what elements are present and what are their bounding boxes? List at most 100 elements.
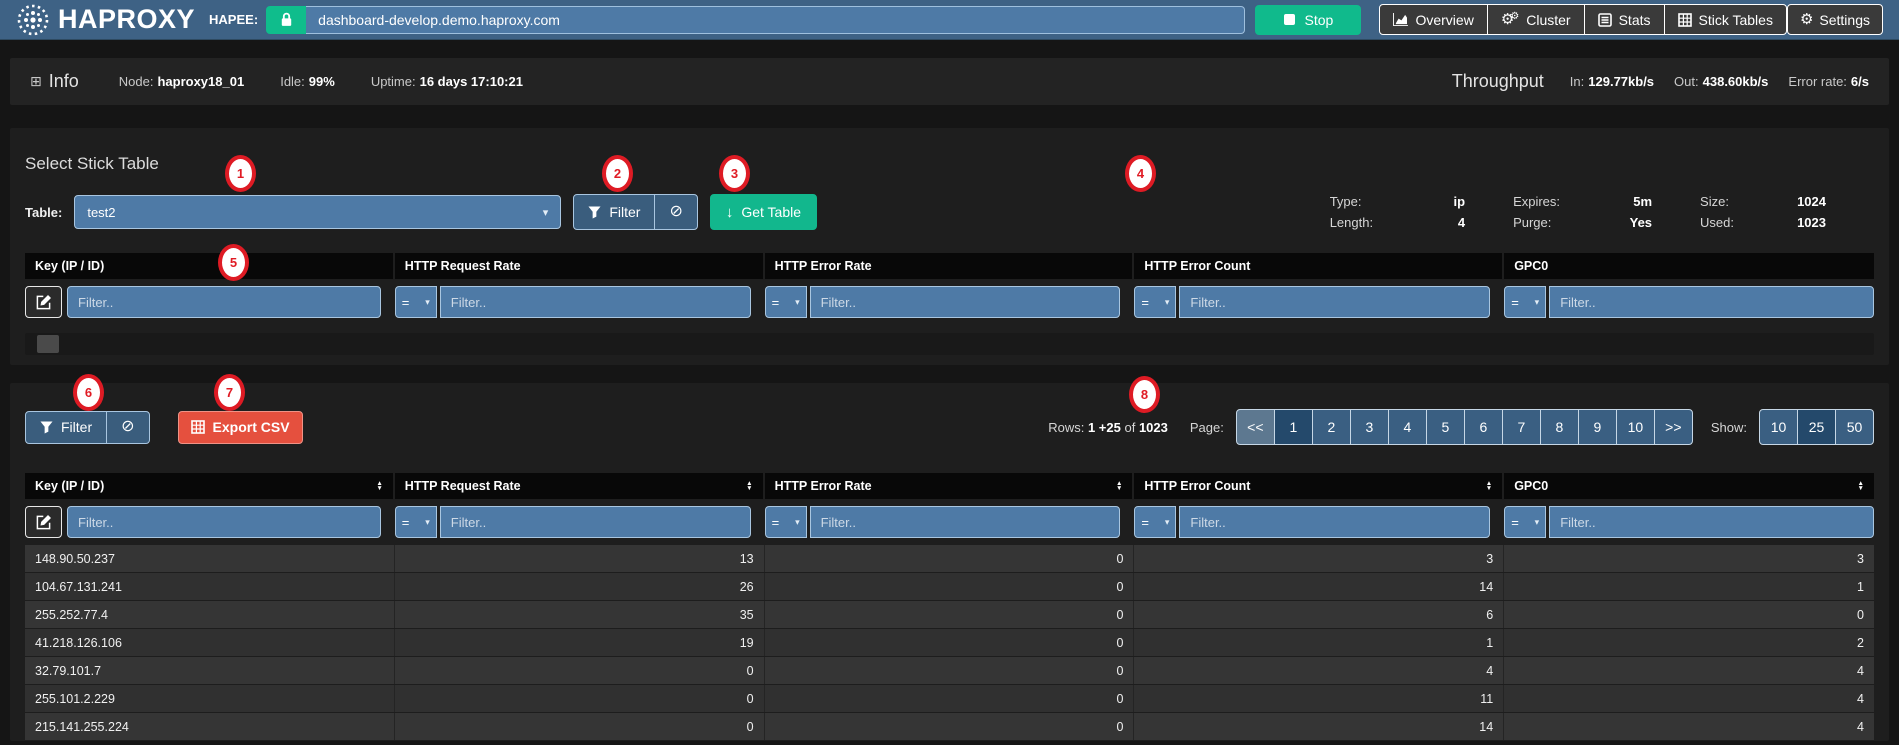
operator-select[interactable]: =▾ <box>395 506 437 538</box>
page-next-button[interactable]: >> <box>1654 409 1693 445</box>
page-button-5[interactable]: 5 <box>1426 409 1465 445</box>
http-error-rate-filter-input[interactable] <box>810 506 1121 538</box>
column-header-http-error-rate[interactable]: HTTP Error Rate ▲▼ <box>765 473 1135 499</box>
settings-button[interactable]: ⚙ Settings <box>1787 4 1883 35</box>
cell-http-error-rate: 0 <box>765 685 1135 712</box>
page-button-7[interactable]: 7 <box>1502 409 1541 445</box>
nav-button-label: Stats <box>1619 12 1651 28</box>
nav-button-stats[interactable]: Stats <box>1584 4 1665 35</box>
stick-table-select[interactable]: test2 ▾ <box>74 195 561 229</box>
table-row[interactable]: 148.90.50.237 13 0 3 3 <box>25 545 1874 573</box>
column-header-gpc0[interactable]: GPC0 ▲▼ <box>1504 473 1874 499</box>
key-filter-input[interactable] <box>67 286 381 318</box>
info-title: Info <box>49 71 79 92</box>
page-button-10[interactable]: 10 <box>1616 409 1655 445</box>
table-row[interactable]: 104.67.131.241 26 0 14 1 <box>25 573 1874 601</box>
show-10-button[interactable]: 10 <box>1759 409 1798 445</box>
sort-icon[interactable]: ▲▼ <box>746 481 752 491</box>
clear-filter-button[interactable]: ⊘ <box>106 411 149 444</box>
page-first-button[interactable]: << <box>1236 409 1275 445</box>
edit-key-filter-button[interactable] <box>25 506 62 538</box>
gpc0-filter-input[interactable] <box>1549 506 1874 538</box>
export-csv-button[interactable]: Export CSV <box>178 411 303 444</box>
cell-http-request-rate: 35 <box>395 601 765 628</box>
dashboard-url-input[interactable] <box>306 6 1245 34</box>
operator-select[interactable]: =▾ <box>1134 286 1176 318</box>
get-table-button[interactable]: ↓ Get Table <box>710 194 817 230</box>
operator-select[interactable]: =▾ <box>765 506 807 538</box>
gpc0-filter-input[interactable] <box>1549 286 1874 318</box>
horizontal-scrollbar[interactable] <box>25 333 1874 355</box>
cell-key: 255.101.2.229 <box>25 685 395 712</box>
nav-button-cluster[interactable]: ⚙⚙ Cluster <box>1487 4 1585 35</box>
cell-gpc0: 4 <box>1504 657 1874 684</box>
filter-cell-http-error-count: =▾ <box>1134 279 1504 325</box>
get-table-label: Get Table <box>741 204 801 220</box>
http-request-rate-filter-input[interactable] <box>440 506 751 538</box>
page-button-4[interactable]: 4 <box>1388 409 1427 445</box>
sort-icon[interactable]: ▲▼ <box>376 481 382 491</box>
edit-key-filter-button[interactable] <box>25 286 62 318</box>
uptime-value: 16 days 17:10:21 <box>420 74 523 89</box>
page-button-9[interactable]: 9 <box>1578 409 1617 445</box>
scrollbar-thumb[interactable] <box>37 335 59 353</box>
page-button-1[interactable]: 1 <box>1274 409 1313 445</box>
gears-icon: ⚙⚙ <box>1501 12 1519 27</box>
http-error-rate-filter-input[interactable] <box>810 286 1121 318</box>
operator-select[interactable]: =▾ <box>395 286 437 318</box>
filter-button[interactable]: Filter <box>25 411 107 444</box>
table-row[interactable]: 255.101.2.229 0 0 11 4 <box>25 685 1874 713</box>
table-row[interactable]: 32.79.101.7 0 0 4 4 <box>25 657 1874 685</box>
column-header-http-error-count[interactable]: HTTP Error Count ▲▼ <box>1134 473 1504 499</box>
column-header-key[interactable]: Key (IP / ID) ▲▼ <box>25 473 395 499</box>
nav-button-stick-tables[interactable]: Stick Tables <box>1664 4 1787 35</box>
annotation-callout-7: 7 <box>214 374 245 411</box>
cell-gpc0: 4 <box>1504 685 1874 712</box>
show-50-button[interactable]: 50 <box>1835 409 1874 445</box>
sort-icon[interactable]: ▲▼ <box>1116 481 1122 491</box>
operator-select[interactable]: =▾ <box>1504 286 1546 318</box>
cell-http-error-count: 14 <box>1134 573 1504 600</box>
page-button-2[interactable]: 2 <box>1312 409 1351 445</box>
page-button-6[interactable]: 6 <box>1464 409 1503 445</box>
table-row[interactable]: 41.218.126.106 19 0 1 2 <box>25 629 1874 657</box>
annotation-callout-2: 2 <box>602 155 633 192</box>
operator-select[interactable]: =▾ <box>1134 506 1176 538</box>
ban-icon: ⊘ <box>669 204 682 220</box>
cell-http-error-rate: 0 <box>765 657 1135 684</box>
http-request-rate-filter-input[interactable] <box>440 286 751 318</box>
filter-cell-gpc0: =▾ <box>1504 279 1874 325</box>
cell-gpc0: 2 <box>1504 629 1874 656</box>
page-button-3[interactable]: 3 <box>1350 409 1389 445</box>
table-row[interactable]: 215.141.255.224 0 0 14 4 <box>25 713 1874 741</box>
http-error-count-filter-input[interactable] <box>1179 286 1490 318</box>
info-section-toggle[interactable]: ⊞ Info <box>30 71 79 92</box>
lock-button[interactable] <box>266 6 306 34</box>
show-25-button[interactable]: 25 <box>1797 409 1836 445</box>
http-error-count-filter-input[interactable] <box>1179 506 1490 538</box>
page-button-8[interactable]: 8 <box>1540 409 1579 445</box>
stop-button[interactable]: Stop <box>1255 5 1361 35</box>
filter-cell-gpc0: =▾ <box>1504 499 1874 545</box>
operator-select[interactable]: =▾ <box>1504 506 1546 538</box>
filter-button[interactable]: Filter <box>573 194 655 230</box>
rows-label: Rows: <box>1048 420 1084 435</box>
table-grid-icon <box>1678 13 1692 27</box>
meta-col-expiry: Expires: 5m Purge: Yes <box>1513 194 1652 230</box>
error-rate: Error rate:6/s <box>1788 74 1869 89</box>
funnel-icon <box>40 421 53 434</box>
cell-http-error-count: 4 <box>1134 657 1504 684</box>
cell-http-request-rate: 0 <box>395 685 765 712</box>
clear-filter-button[interactable]: ⊘ <box>654 194 697 230</box>
table-row[interactable]: 255.252.77.4 35 0 6 0 <box>25 601 1874 629</box>
operator-select[interactable]: =▾ <box>765 286 807 318</box>
uptime-info: Uptime:16 days 17:10:21 <box>371 74 523 89</box>
sort-icon[interactable]: ▲▼ <box>1486 481 1492 491</box>
column-header-http-request-rate[interactable]: HTTP Request Rate ▲▼ <box>395 473 765 499</box>
sort-icon[interactable]: ▲▼ <box>1858 481 1864 491</box>
cell-key: 215.141.255.224 <box>25 713 395 740</box>
nav-button-overview[interactable]: Overview <box>1379 4 1487 35</box>
preview-filter-row: =▾ =▾ =▾ =▾ <box>25 279 1874 325</box>
filter-cell-http-error-rate: =▾ <box>765 499 1135 545</box>
key-filter-input[interactable] <box>67 506 381 538</box>
